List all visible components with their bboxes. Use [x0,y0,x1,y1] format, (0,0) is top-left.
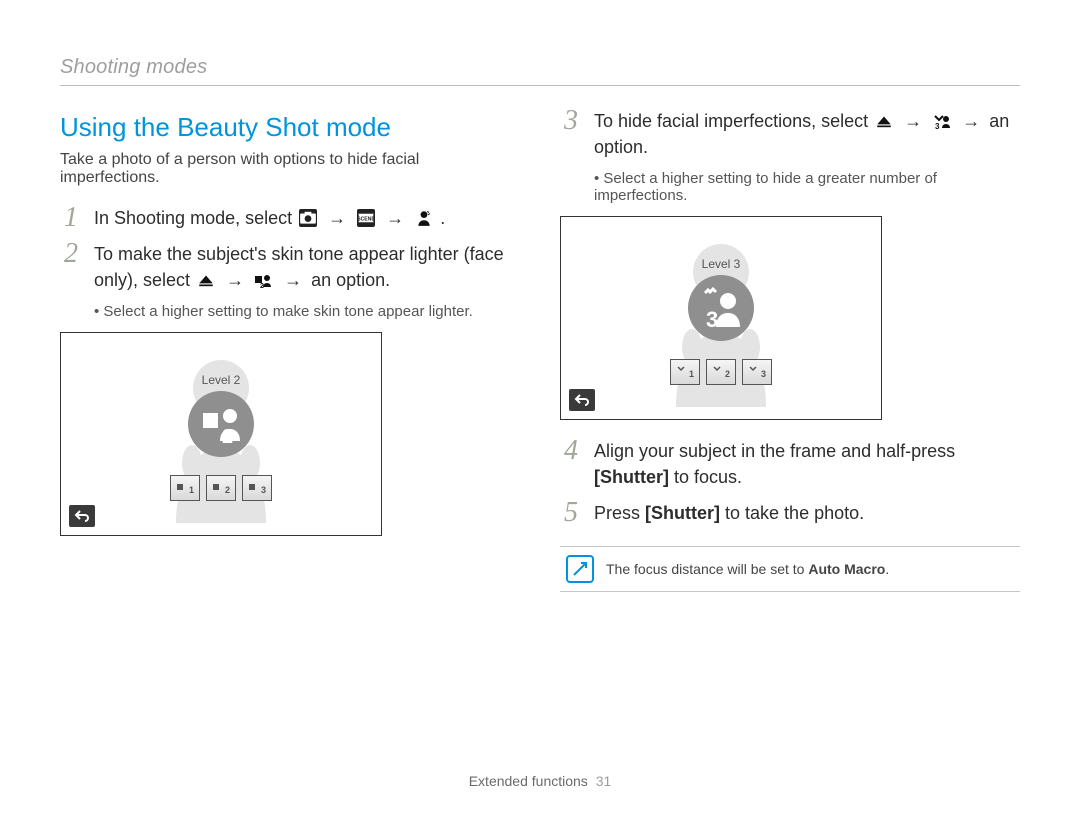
step4-pre: Align your subject in the frame and half… [594,441,955,461]
face-retouch-icon: 3 [933,113,951,131]
step-number: 2 [60,241,82,267]
step-body: To hide facial imperfections, select → 3… [594,108,1020,160]
step1-post: . [440,208,445,228]
level-3-button[interactable]: 3 [242,475,272,501]
step2-post: an option. [311,270,390,290]
svg-text:1: 1 [689,369,694,379]
svg-text:2: 2 [225,485,230,495]
svg-text:2: 2 [222,426,233,445]
current-level-badge: 3 [688,275,754,341]
step1-pre: In Shooting mode, select [94,208,297,228]
svg-text:2: 2 [725,369,730,379]
note-bold: Auto Macro [808,561,885,577]
level-2-button[interactable]: 2 [706,359,736,385]
level-buttons: 1 2 3 [170,475,272,501]
note-pre: The focus distance will be set to [606,561,808,577]
svg-text:3: 3 [935,122,940,130]
step-number: 1 [60,205,82,231]
note-text: The focus distance will be set to Auto M… [606,561,889,577]
level-1-button[interactable]: 1 [670,359,700,385]
arrow-icon: → [328,208,346,228]
level-3-button[interactable]: 3 [742,359,772,385]
note-post: . [885,561,889,577]
step-body: In Shooting mode, select → SCENE → . [94,205,445,231]
step-number: 4 [560,438,582,464]
step-body: Align your subject in the frame and half… [594,438,1020,490]
level-2-button[interactable]: 2 [206,475,236,501]
level-label: Level 2 [202,373,241,387]
step5-bold: [Shutter] [645,503,720,523]
beauty-icon [415,209,433,227]
back-button[interactable] [69,505,95,527]
menu-up-icon [875,112,893,130]
arrow-icon: → [904,111,922,131]
arrow-icon: → [284,270,302,290]
step-4: 4 Align your subject in the frame and ha… [560,438,1020,490]
svg-text:2: 2 [260,283,264,289]
breadcrumb: Shooting modes [60,56,1020,79]
note-box: The focus distance will be set to Auto M… [560,546,1020,592]
step-number: 5 [560,500,582,526]
page-number: 31 [596,773,612,789]
step2-sub: Select a higher setting to make skin ton… [94,303,520,320]
content-columns: Using the Beauty Shot mode Take a photo … [60,108,1020,592]
step4-post: to focus. [669,467,742,487]
svg-text:1: 1 [189,485,194,495]
footer-section: Extended functions [469,773,588,789]
note-icon [566,555,594,583]
step-body: To make the subject's skin tone appear l… [94,241,520,293]
face-tone-icon: 2 [255,272,273,290]
scene-icon: SCENE [357,209,375,227]
level-1-button[interactable]: 1 [170,475,200,501]
step-body: Press [Shutter] to take the photo. [594,500,864,526]
page: Shooting modes Using the Beauty Shot mod… [0,0,1080,815]
camera-icon [299,209,317,227]
level-buttons: 1 2 3 [670,359,772,385]
lead-text: Take a photo of a person with options to… [60,151,520,187]
page-title: Using the Beauty Shot mode [60,112,520,143]
step3-sub: Select a higher setting to hide a greate… [594,170,1020,204]
screenshot-retouch: Level 3 3 1 2 3 [560,216,882,420]
svg-text:3: 3 [706,307,718,329]
back-button[interactable] [569,389,595,411]
step-number: 3 [560,108,582,134]
svg-text:3: 3 [761,369,766,379]
footer: Extended functions 31 [0,773,1080,789]
right-column: 3 To hide facial imperfections, select →… [560,108,1020,592]
level-label: Level 3 [702,257,741,271]
step-2: 2 To make the subject's skin tone appear… [60,241,520,293]
arrow-icon: → [962,111,980,131]
left-column: Using the Beauty Shot mode Take a photo … [60,108,520,592]
step5-post: to take the photo. [720,503,864,523]
menu-up-icon [197,271,215,289]
arrow-icon: → [386,208,404,228]
current-level-badge: 2 [188,391,254,457]
divider [60,85,1020,86]
screenshot-facetone: Level 2 2 1 2 3 [60,332,382,536]
step5-pre: Press [594,503,645,523]
step4-bold: [Shutter] [594,467,669,487]
step-5: 5 Press [Shutter] to take the photo. [560,500,1020,526]
arrow-icon: → [226,270,244,290]
step-1: 1 In Shooting mode, select → SCENE → . [60,205,520,231]
svg-text:SCENE: SCENE [357,216,375,222]
svg-text:3: 3 [261,485,266,495]
step3-pre: To hide facial imperfections, select [594,111,873,131]
step-3: 3 To hide facial imperfections, select →… [560,108,1020,160]
